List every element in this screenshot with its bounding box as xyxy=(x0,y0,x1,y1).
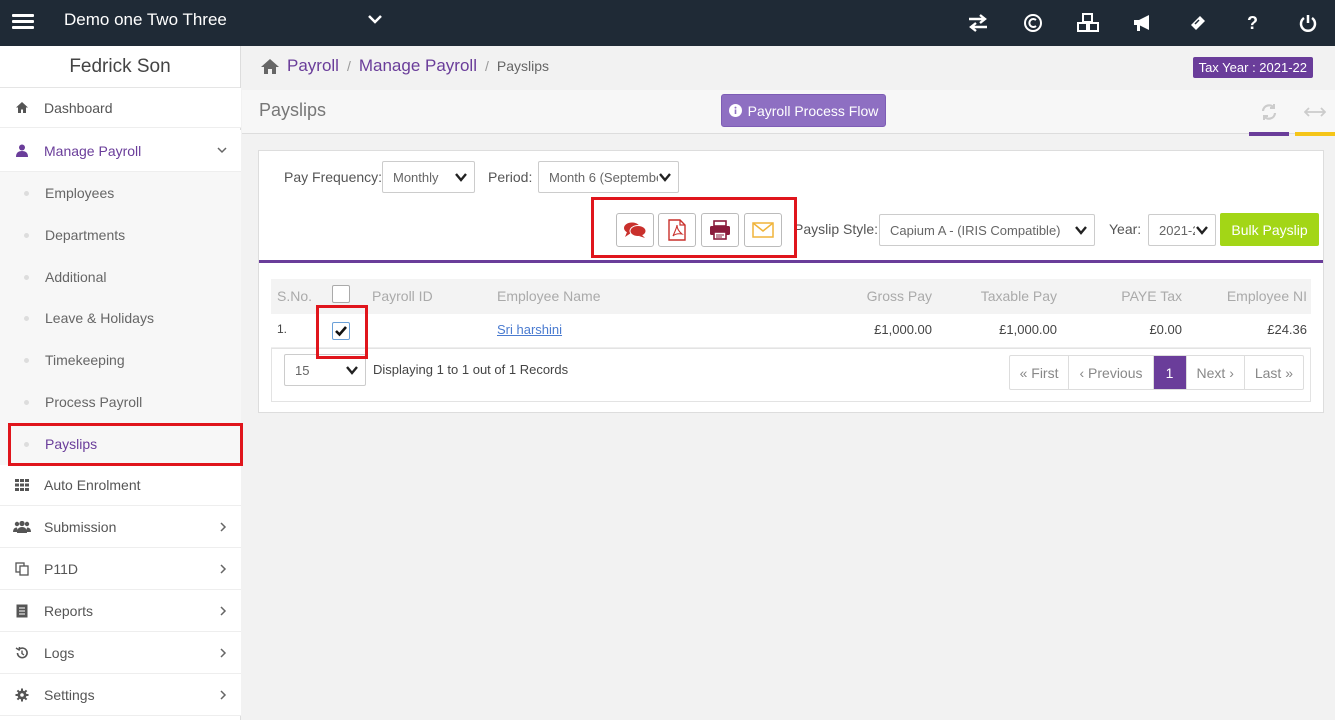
copy-icon xyxy=(0,561,44,576)
sidebar-item-p11d[interactable]: P11D xyxy=(0,548,241,590)
chevron-right-icon xyxy=(220,606,227,616)
comments-icon xyxy=(624,222,647,238)
pager-last[interactable]: Last » xyxy=(1245,356,1303,389)
sidebar-subitem-payslips[interactable]: Payslips xyxy=(0,423,241,465)
filter-panel: Pay Frequency: Monthly Period: Month 6 (… xyxy=(259,151,1323,263)
page-header: Payslips Payroll Process Flow xyxy=(242,90,1335,136)
pdf-icon xyxy=(668,219,686,241)
table-header: S.No. Payroll ID Employee Name Gross Pay… xyxy=(271,279,1311,314)
ticket-icon[interactable] xyxy=(1170,0,1225,46)
history-icon xyxy=(0,646,44,660)
records-summary: Displaying 1 to 1 out of 1 Records xyxy=(373,362,569,377)
users-icon xyxy=(0,520,44,533)
pdf-button[interactable] xyxy=(658,213,696,247)
grid-icon xyxy=(0,479,44,491)
print-icon xyxy=(710,220,730,240)
chevron-down-icon[interactable] xyxy=(366,10,384,28)
pager-previous[interactable]: ‹ Previous xyxy=(1069,356,1154,389)
pager-first[interactable]: « First xyxy=(1010,356,1070,389)
pager-current[interactable]: 1 xyxy=(1153,356,1187,389)
bullhorn-icon[interactable] xyxy=(1115,0,1170,46)
exchange-icon[interactable] xyxy=(950,0,1005,46)
page-size-select[interactable]: 15 xyxy=(284,354,366,386)
sidebar: Fedrick Son Dashboard Manage Payroll Emp… xyxy=(0,46,241,720)
home-icon[interactable] xyxy=(260,58,280,75)
top-bar: Demo one Two Three ? xyxy=(0,0,1335,46)
power-icon[interactable] xyxy=(1280,0,1335,46)
pager-next[interactable]: Next › xyxy=(1187,356,1245,389)
payroll-process-flow-button[interactable]: Payroll Process Flow xyxy=(721,94,886,127)
chevron-right-icon xyxy=(220,522,227,532)
refresh-icon[interactable] xyxy=(1249,90,1289,136)
menu-toggle-icon[interactable] xyxy=(12,11,34,35)
payslip-style-select[interactable]: Capium A - (IRIS Compatible) xyxy=(879,214,1095,246)
tax-year-badge: Tax Year : 2021-22 xyxy=(1192,57,1313,78)
chevron-down-icon xyxy=(1195,223,1209,237)
help-icon[interactable]: ? xyxy=(1225,0,1280,46)
chevron-right-icon xyxy=(220,690,227,700)
sidebar-subitem-timekeeping[interactable]: Timekeeping xyxy=(0,339,241,381)
breadcrumb-current: Payslips xyxy=(496,58,550,74)
user-icon xyxy=(0,144,44,157)
sidebar-subitem-departments[interactable]: Departments xyxy=(0,214,241,256)
table-footer: 15 Displaying 1 to 1 out of 1 Records « … xyxy=(271,348,1311,402)
sidebar-item-dashboard[interactable]: Dashboard xyxy=(0,88,241,128)
email-icon xyxy=(752,222,774,238)
year-select[interactable]: 2021-22 xyxy=(1148,214,1216,246)
sidebar-subitem-employees[interactable]: Employees xyxy=(0,172,241,214)
currency-icon[interactable] xyxy=(1005,0,1060,46)
chevron-down-icon xyxy=(217,147,227,154)
chevron-right-icon xyxy=(220,564,227,574)
cubes-icon[interactable] xyxy=(1060,0,1115,46)
sidebar-subitem-additional[interactable]: Additional xyxy=(0,256,241,298)
check-icon xyxy=(335,326,347,337)
period-select[interactable]: Month 6 (September xyxy=(538,161,679,193)
comments-button[interactable] xyxy=(616,213,654,247)
user-name: Fedrick Son xyxy=(0,46,240,88)
page-title: Payslips xyxy=(259,100,327,120)
payslip-card: Pay Frequency: Monthly Period: Month 6 (… xyxy=(258,150,1324,413)
select-all-checkbox[interactable] xyxy=(332,285,350,303)
sidebar-subitem-process-payroll[interactable]: Process Payroll xyxy=(0,381,241,423)
sidebar-subitem-leave-holidays[interactable]: Leave & Holidays xyxy=(0,297,241,339)
chevron-right-icon xyxy=(220,648,227,658)
breadcrumb-payroll[interactable]: Payroll xyxy=(287,56,339,76)
sidebar-item-reports[interactable]: Reports xyxy=(0,590,241,632)
breadcrumb-manage-payroll[interactable]: Manage Payroll xyxy=(359,56,477,76)
pay-frequency-select[interactable]: Monthly xyxy=(382,161,475,193)
info-icon xyxy=(728,104,742,117)
chevron-down-icon xyxy=(658,170,672,184)
employee-link[interactable]: Sri harshini xyxy=(497,322,562,337)
expand-icon[interactable] xyxy=(1295,90,1335,136)
bulk-payslip-button[interactable]: Bulk Payslip xyxy=(1220,213,1319,246)
report-icon xyxy=(0,604,44,618)
chevron-down-icon xyxy=(455,173,467,182)
company-name[interactable]: Demo one Two Three xyxy=(64,10,227,30)
table-row: 1. Sri harshini £1,000.00 £1,000.00 £0.0… xyxy=(271,314,1311,348)
print-button[interactable] xyxy=(701,213,739,247)
breadcrumb: Payroll / Manage Payroll / Payslips xyxy=(260,56,549,76)
breadcrumb-bar: Payroll / Manage Payroll / Payslips Tax … xyxy=(242,46,1335,90)
email-button[interactable] xyxy=(744,213,782,247)
sidebar-item-manage-payroll[interactable]: Manage Payroll xyxy=(0,130,241,172)
gear-icon xyxy=(0,688,44,702)
home-icon xyxy=(0,101,44,114)
sidebar-item-submission[interactable]: Submission xyxy=(0,506,241,548)
row-checkbox[interactable] xyxy=(332,322,350,340)
chevron-down-icon xyxy=(1075,226,1087,235)
pagination: « First ‹ Previous 1 Next › Last » xyxy=(1008,355,1304,390)
sidebar-item-logs[interactable]: Logs xyxy=(0,632,241,674)
sidebar-item-settings[interactable]: Settings xyxy=(0,674,241,716)
chevron-down-icon xyxy=(346,366,358,375)
sidebar-item-auto-enrolment[interactable]: Auto Enrolment xyxy=(0,465,241,506)
